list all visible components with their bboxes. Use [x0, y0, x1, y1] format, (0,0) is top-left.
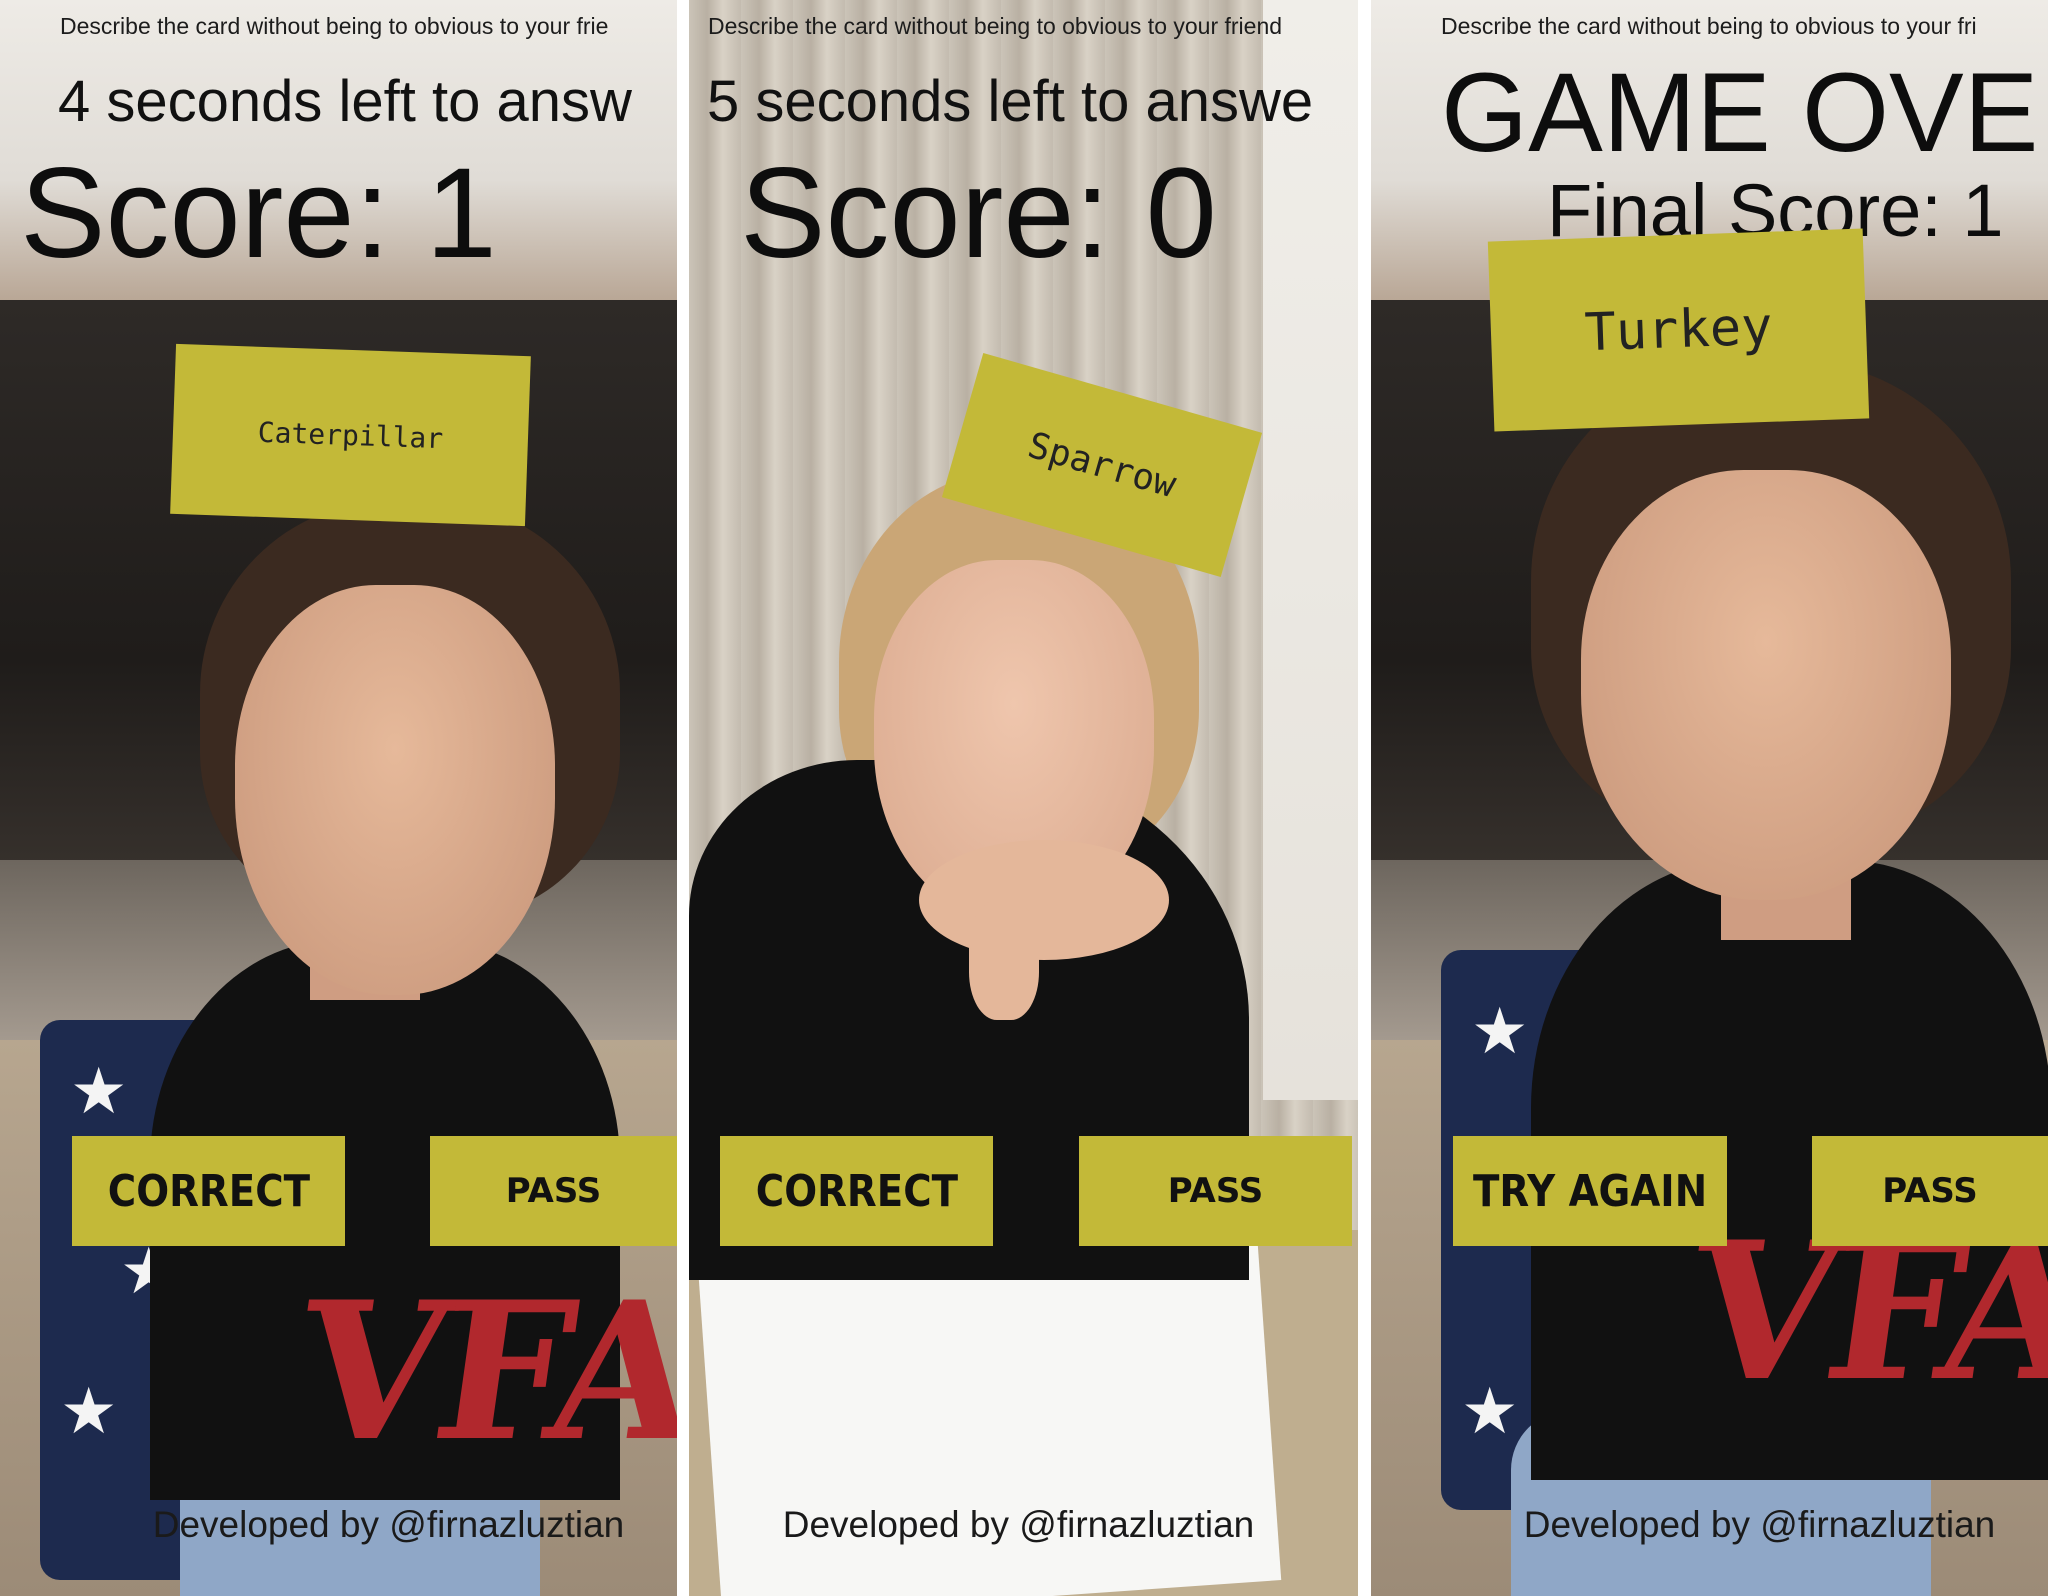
hint-text: Describe the card without being to obvio… — [60, 13, 609, 39]
pass-button-label: PASS — [505, 1171, 602, 1211]
correct-button[interactable]: CORRECT — [720, 1136, 993, 1246]
word-card: Turkey — [1487, 228, 1870, 432]
pass-button[interactable]: PASS — [1812, 1136, 2048, 1246]
game-over-title: GAME OVE — [1441, 50, 2039, 175]
correct-button-label: CORRECT — [107, 1165, 310, 1217]
score-text: Score: 0 — [740, 142, 1217, 285]
pass-button-label: PASS — [1882, 1171, 1978, 1211]
try-again-button[interactable]: TRY AGAIN — [1453, 1136, 1727, 1246]
card-word: Sparrow — [1023, 424, 1181, 506]
pass-button-label: PASS — [1167, 1171, 1264, 1211]
correct-button-label: CORRECT — [755, 1165, 958, 1217]
developer-credit: Developed by @firnazluztian — [782, 1504, 1255, 1545]
developer-credit: Developed by @firnazluztian — [1523, 1504, 1996, 1545]
game-panel-1: ★ ★ ★ VFA Describe the card without bein… — [0, 0, 677, 1596]
game-panel-2: Describe the card without being to obvio… — [689, 0, 1358, 1596]
hint-text: Describe the card without being to obvio… — [708, 13, 1283, 39]
timer-text: 4 seconds left to answ — [58, 69, 632, 134]
score-text: Score: 1 — [20, 142, 497, 285]
card-word: Turkey — [1583, 296, 1774, 364]
try-again-button-label: TRY AGAIN — [1472, 1165, 1708, 1217]
hint-text: Describe the card without being to obvio… — [1441, 13, 1977, 39]
word-card: Caterpillar — [170, 343, 531, 527]
card-word: Caterpillar — [257, 415, 444, 455]
pass-button[interactable]: PASS — [1079, 1136, 1352, 1246]
timer-text: 5 seconds left to answe — [707, 69, 1314, 134]
developer-credit: Developed by @firnazluztian — [152, 1504, 625, 1545]
correct-button[interactable]: CORRECT — [72, 1136, 345, 1246]
game-panel-3: ★ ★ ★ VFA Describe the card without bein… — [1371, 0, 2048, 1596]
pass-button[interactable]: PASS — [430, 1136, 677, 1246]
